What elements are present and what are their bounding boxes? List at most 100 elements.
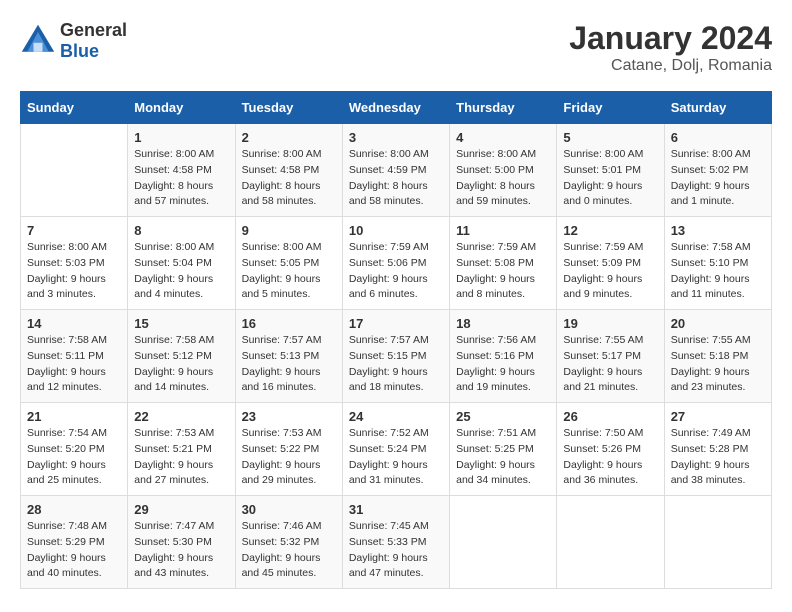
header-cell-sunday: Sunday <box>21 92 128 124</box>
page-header: General Blue January 2024 Catane, Dolj, … <box>20 20 772 75</box>
day-cell: 17 Sunrise: 7:57 AM Sunset: 5:15 PM Dayli… <box>342 310 449 403</box>
header-cell-friday: Friday <box>557 92 664 124</box>
header-cell-tuesday: Tuesday <box>235 92 342 124</box>
day-info: Sunrise: 7:51 AM Sunset: 5:25 PM Dayligh… <box>456 426 550 489</box>
day-info: Sunrise: 7:55 AM Sunset: 5:18 PM Dayligh… <box>671 333 765 396</box>
calendar-header: SundayMondayTuesdayWednesdayThursdayFrid… <box>21 92 772 124</box>
header-cell-thursday: Thursday <box>450 92 557 124</box>
day-cell: 5 Sunrise: 8:00 AM Sunset: 5:01 PM Daylig… <box>557 124 664 217</box>
day-cell: 4 Sunrise: 8:00 AM Sunset: 5:00 PM Daylig… <box>450 124 557 217</box>
header-cell-wednesday: Wednesday <box>342 92 449 124</box>
day-cell: 27 Sunrise: 7:49 AM Sunset: 5:28 PM Dayli… <box>664 403 771 496</box>
day-cell: 31 Sunrise: 7:45 AM Sunset: 5:33 PM Dayli… <box>342 496 449 589</box>
day-cell: 1Sunrise: 8:00 AM Sunset: 4:58 PM Daylig… <box>128 124 235 217</box>
day-number: 8 <box>134 223 228 238</box>
header-cell-saturday: Saturday <box>664 92 771 124</box>
day-number: 10 <box>349 223 443 238</box>
day-number: 24 <box>349 409 443 424</box>
day-info: Sunrise: 7:57 AM Sunset: 5:13 PM Dayligh… <box>242 333 336 396</box>
week-row-5: 28 Sunrise: 7:48 AM Sunset: 5:29 PM Dayli… <box>21 496 772 589</box>
day-cell: 18Sunrise: 7:56 AM Sunset: 5:16 PM Dayli… <box>450 310 557 403</box>
day-info: Sunrise: 7:52 AM Sunset: 5:24 PM Dayligh… <box>349 426 443 489</box>
title-block: January 2024 Catane, Dolj, Romania <box>569 20 772 75</box>
day-cell: 7 Sunrise: 8:00 AM Sunset: 5:03 PM Daylig… <box>21 217 128 310</box>
day-info: Sunrise: 7:58 AM Sunset: 5:12 PM Dayligh… <box>134 333 228 396</box>
day-number: 1 <box>134 130 228 145</box>
day-info: Sunrise: 7:59 AM Sunset: 5:08 PM Dayligh… <box>456 240 550 303</box>
day-number: 3 <box>349 130 443 145</box>
day-number: 2 <box>242 130 336 145</box>
day-number: 29 <box>134 502 228 517</box>
day-number: 18 <box>456 316 550 331</box>
day-cell: 10 Sunrise: 7:59 AM Sunset: 5:06 PM Dayli… <box>342 217 449 310</box>
calendar-subtitle: Catane, Dolj, Romania <box>569 57 772 75</box>
day-info: Sunrise: 7:58 AM Sunset: 5:10 PM Dayligh… <box>671 240 765 303</box>
day-info: Sunrise: 8:00 AM Sunset: 4:59 PM Dayligh… <box>349 147 443 210</box>
day-number: 5 <box>563 130 657 145</box>
logo-general-text: General <box>60 20 127 41</box>
day-number: 17 <box>349 316 443 331</box>
day-number: 23 <box>242 409 336 424</box>
day-number: 4 <box>456 130 550 145</box>
day-number: 6 <box>671 130 765 145</box>
day-info: Sunrise: 7:50 AM Sunset: 5:26 PM Dayligh… <box>563 426 657 489</box>
week-row-1: 1 Sunrise: 8:00 AM Sunset: 4:58 PM Daylig… <box>21 124 772 217</box>
day-info: Sunrise: 8:00 AM Sunset: 5:02 PM Dayligh… <box>671 147 765 210</box>
day-number: 13 <box>671 223 765 238</box>
day-number: 20 <box>671 316 765 331</box>
day-cell: 12 Sunrise: 7:59 AM Sunset: 5:09 PM Dayli… <box>557 217 664 310</box>
day-info: Sunrise: 7:47 AM Sunset: 5:30 PM Dayligh… <box>134 519 228 582</box>
header-row: SundayMondayTuesdayWednesdayThursdayFrid… <box>21 92 772 124</box>
day-cell <box>557 496 664 589</box>
day-info: Sunrise: 7:48 AM Sunset: 5:29 PM Dayligh… <box>27 519 121 582</box>
day-info: Sunrise: 7:45 AM Sunset: 5:33 PM Dayligh… <box>349 519 443 582</box>
day-number: 31 <box>349 502 443 517</box>
day-cell: 22 Sunrise: 7:53 AM Sunset: 5:21 PM Dayli… <box>128 403 235 496</box>
day-info: Sunrise: 8:00 AM Sunset: 5:01 PM Dayligh… <box>563 147 657 210</box>
day-number: 12 <box>563 223 657 238</box>
day-cell: 15Sunrise: 7:58 AM Sunset: 5:12 PM Dayli… <box>128 310 235 403</box>
day-info: Sunrise: 7:55 AM Sunset: 5:17 PM Dayligh… <box>563 333 657 396</box>
day-cell: 9 Sunrise: 8:00 AM Sunset: 5:05 PM Daylig… <box>235 217 342 310</box>
day-cell: 11Sunrise: 7:59 AM Sunset: 5:08 PM Dayli… <box>450 217 557 310</box>
day-info: Sunrise: 7:53 AM Sunset: 5:22 PM Dayligh… <box>242 426 336 489</box>
day-cell: 3 Sunrise: 8:00 AM Sunset: 4:59 PM Daylig… <box>342 124 449 217</box>
day-number: 30 <box>242 502 336 517</box>
day-number: 19 <box>563 316 657 331</box>
calendar-table: SundayMondayTuesdayWednesdayThursdayFrid… <box>20 91 772 589</box>
logo-text: General Blue <box>60 20 127 62</box>
day-info: Sunrise: 7:58 AM Sunset: 5:11 PM Dayligh… <box>27 333 121 396</box>
day-info: Sunrise: 8:00 AM Sunset: 5:05 PM Dayligh… <box>242 240 336 303</box>
day-cell: 25 Sunrise: 7:51 AM Sunset: 5:25 PM Dayli… <box>450 403 557 496</box>
day-number: 14 <box>27 316 121 331</box>
day-cell <box>450 496 557 589</box>
day-number: 28 <box>27 502 121 517</box>
day-info: Sunrise: 7:59 AM Sunset: 5:09 PM Dayligh… <box>563 240 657 303</box>
day-cell: 19 Sunrise: 7:55 AM Sunset: 5:17 PM Dayli… <box>557 310 664 403</box>
day-cell: 16 Sunrise: 7:57 AM Sunset: 5:13 PM Dayli… <box>235 310 342 403</box>
day-info: Sunrise: 7:49 AM Sunset: 5:28 PM Dayligh… <box>671 426 765 489</box>
day-number: 25 <box>456 409 550 424</box>
day-info: Sunrise: 8:00 AM Sunset: 5:00 PM Dayligh… <box>456 147 550 210</box>
day-number: 9 <box>242 223 336 238</box>
week-row-4: 21Sunrise: 7:54 AM Sunset: 5:20 PM Dayli… <box>21 403 772 496</box>
day-cell: 24 Sunrise: 7:52 AM Sunset: 5:24 PM Dayli… <box>342 403 449 496</box>
day-info: Sunrise: 7:53 AM Sunset: 5:21 PM Dayligh… <box>134 426 228 489</box>
day-number: 16 <box>242 316 336 331</box>
day-cell: 30 Sunrise: 7:46 AM Sunset: 5:32 PM Dayli… <box>235 496 342 589</box>
day-info: Sunrise: 8:00 AM Sunset: 5:04 PM Dayligh… <box>134 240 228 303</box>
day-cell: 21Sunrise: 7:54 AM Sunset: 5:20 PM Dayli… <box>21 403 128 496</box>
day-info: Sunrise: 8:00 AM Sunset: 4:58 PM Dayligh… <box>242 147 336 210</box>
logo: General Blue <box>20 20 127 62</box>
day-info: Sunrise: 7:57 AM Sunset: 5:15 PM Dayligh… <box>349 333 443 396</box>
day-info: Sunrise: 7:46 AM Sunset: 5:32 PM Dayligh… <box>242 519 336 582</box>
logo-icon <box>20 23 56 59</box>
day-number: 26 <box>563 409 657 424</box>
day-number: 22 <box>134 409 228 424</box>
day-cell: 26 Sunrise: 7:50 AM Sunset: 5:26 PM Dayli… <box>557 403 664 496</box>
day-number: 7 <box>27 223 121 238</box>
day-number: 27 <box>671 409 765 424</box>
day-cell: 28 Sunrise: 7:48 AM Sunset: 5:29 PM Dayli… <box>21 496 128 589</box>
day-info: Sunrise: 8:00 AM Sunset: 5:03 PM Dayligh… <box>27 240 121 303</box>
day-info: Sunrise: 7:59 AM Sunset: 5:06 PM Dayligh… <box>349 240 443 303</box>
